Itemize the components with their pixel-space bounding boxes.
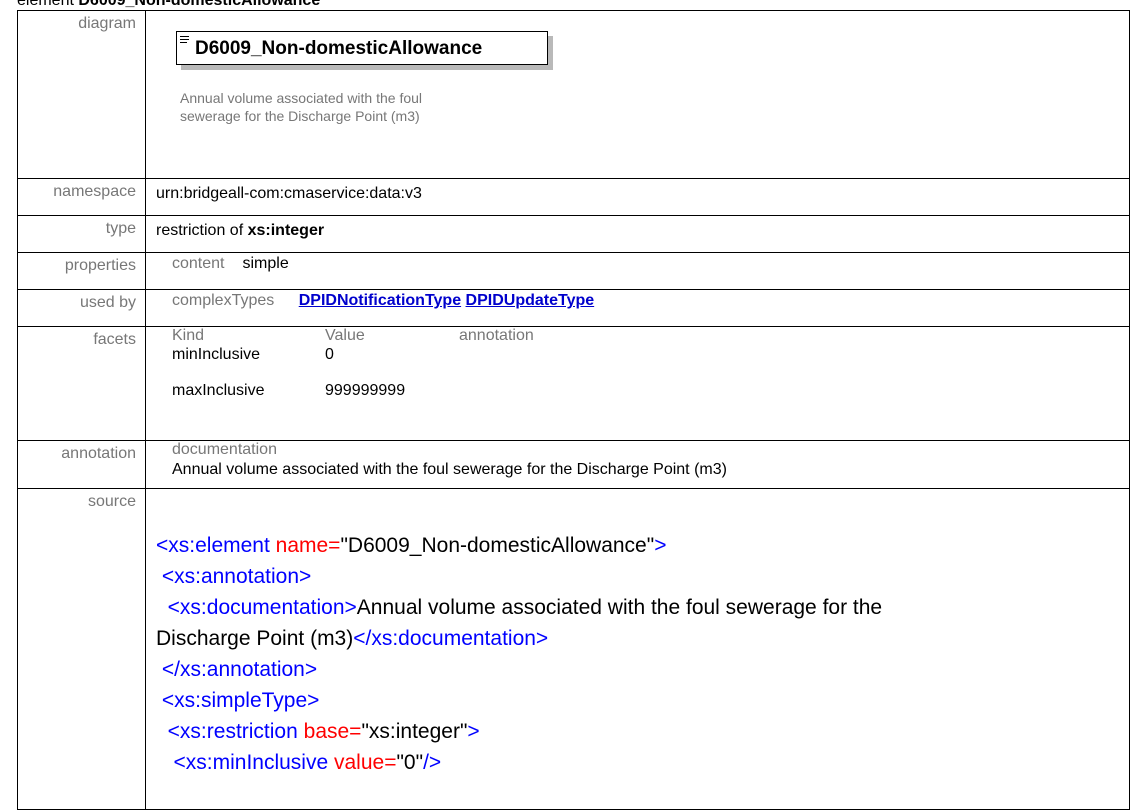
row-facets: facets Kind Value annotation minInclusiv… — [17, 326, 1130, 441]
row-used-by: used by complexTypes DPIDNotificationTyp… — [17, 289, 1130, 327]
annotation-text: Annual volume associated with the foul s… — [172, 461, 727, 478]
element-content-icon — [180, 36, 190, 45]
source-line: <xs:minInclusive value="0"/> — [156, 751, 442, 774]
properties-value: content simple — [145, 252, 1130, 290]
heading-prefix: element — [17, 0, 79, 9]
row-source: source <xs:element name="D6009_Non-domes… — [17, 488, 1130, 810]
diagram-element-name: D6009_Non-domesticAllowance — [195, 38, 483, 59]
type-label: type — [17, 215, 146, 253]
diagram-annotation: Annual volume associated with the foul s… — [180, 89, 580, 125]
annotation-key: documentation — [172, 441, 277, 458]
diagram-annotation-line1: Annual volume associated with the foul — [180, 90, 423, 106]
heading-element-name: D6009_Non-domesticAllowance — [78, 0, 321, 9]
facets-cell: Kind Value annotation minInclusive 0 max… — [145, 326, 1130, 441]
source-code: <xs:element name="D6009_Non-domesticAllo… — [156, 489, 1129, 809]
facet-kind: maxInclusive — [172, 382, 265, 399]
source-line: <xs:restriction base="xs:integer"> — [156, 720, 480, 743]
diagram-label: diagram — [17, 10, 146, 179]
properties-key: content — [172, 255, 225, 272]
type-prefix: restriction of — [156, 222, 248, 239]
facet-value: 0 — [325, 346, 334, 363]
used-by-key: complexTypes — [172, 292, 275, 309]
diagram-annotation-line2: sewerage for the Discharge Point (m3) — [180, 108, 420, 124]
source-cell: <xs:element name="D6009_Non-domesticAllo… — [145, 488, 1130, 810]
annotation-label: annotation — [17, 440, 146, 489]
used-by-value: complexTypes DPIDNotificationType DPIDUp… — [145, 289, 1130, 327]
annotation-cell: documentation Annual volume associated w… — [145, 440, 1130, 489]
type-base: xs:integer — [247, 222, 325, 239]
used-by-label: used by — [17, 289, 146, 327]
row-type: type restriction of xs:integer — [17, 215, 1130, 253]
row-diagram: diagram D6009_Non-domesticAllowance Annu… — [17, 10, 1130, 179]
facet-kind: minInclusive — [172, 346, 261, 363]
source-line: <xs:annotation> — [156, 565, 312, 588]
source-line: Discharge Point (m3)</xs:documentation> — [156, 627, 549, 650]
facets-header-annotation: annotation — [459, 327, 534, 344]
source-line: <xs:element name="D6009_Non-domesticAllo… — [156, 534, 667, 557]
row-namespace: namespace urn:bridgeall-com:cmaservice:d… — [17, 178, 1130, 216]
namespace-label: namespace — [17, 178, 146, 216]
source-label: source — [17, 488, 146, 810]
namespace-value: urn:bridgeall-com:cmaservice:data:v3 — [145, 178, 1130, 216]
properties-content-value: simple — [242, 255, 289, 272]
source-line: <xs:documentation>Annual volume associat… — [156, 596, 883, 619]
element-diagram-box[interactable]: D6009_Non-domesticAllowance — [176, 31, 548, 65]
diagram-cell: D6009_Non-domesticAllowance Annual volum… — [145, 10, 1130, 179]
type-value: restriction of xs:integer — [145, 215, 1130, 253]
properties-label: properties — [17, 252, 146, 290]
used-by-link-dpidupdatetype[interactable]: DPIDUpdateType — [466, 292, 595, 309]
source-line: <xs:simpleType> — [156, 689, 320, 712]
row-properties: properties content simple — [17, 252, 1130, 290]
element-doc-table: diagram D6009_Non-domesticAllowance Annu… — [17, 10, 1130, 810]
used-by-link-dpidnotificationtype[interactable]: DPIDNotificationType — [299, 292, 461, 309]
source-line: </xs:annotation> — [156, 658, 318, 681]
facets-header-kind: Kind — [172, 327, 205, 344]
row-annotation: annotation documentation Annual volume a… — [17, 440, 1130, 489]
facets-label: facets — [17, 326, 146, 441]
facets-header-value: Value — [325, 327, 365, 344]
facet-value: 999999999 — [325, 382, 406, 399]
